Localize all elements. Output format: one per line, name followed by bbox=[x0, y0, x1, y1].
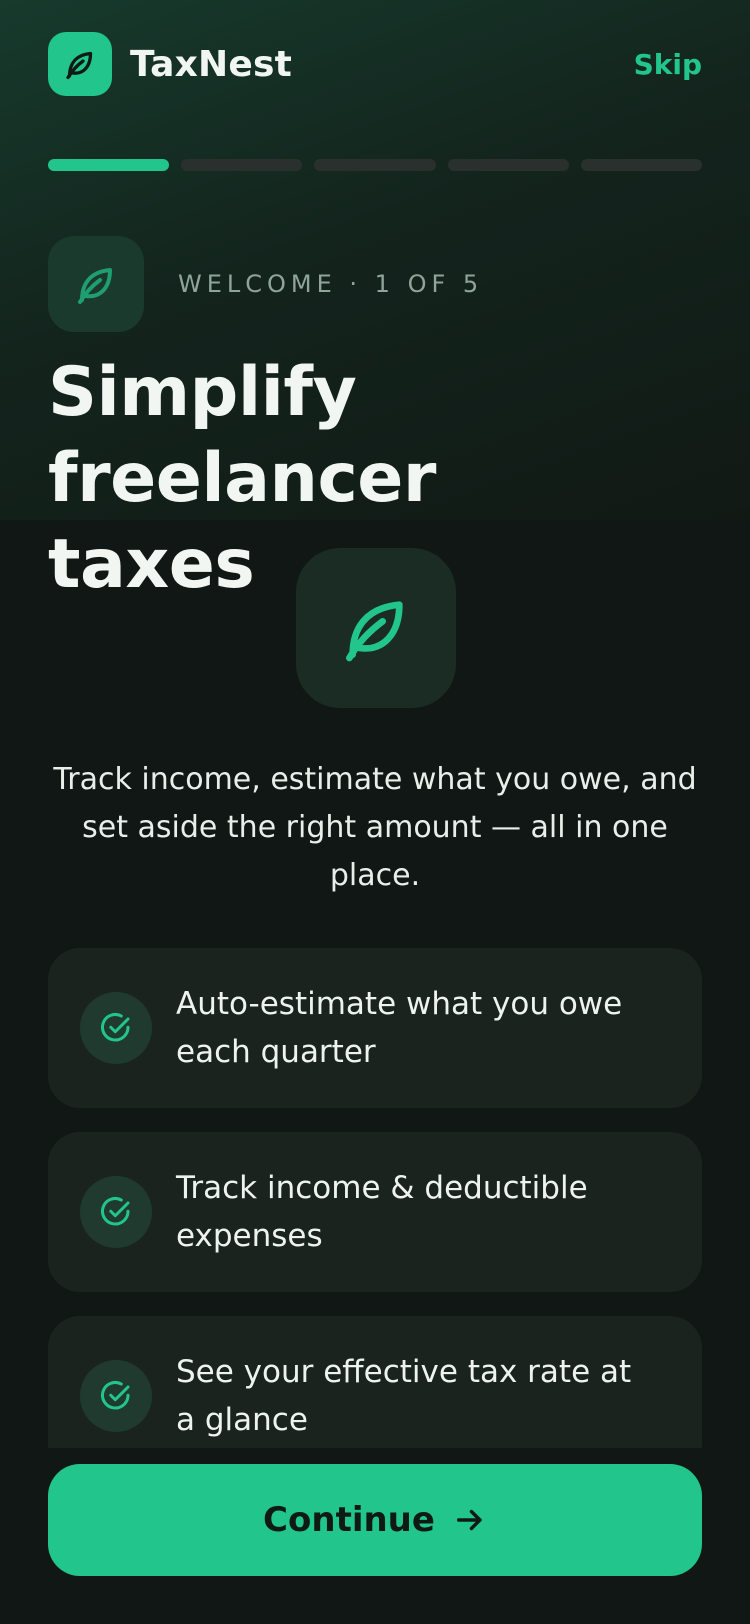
feature-list: Auto-estimate what you owe each quarter … bbox=[48, 948, 702, 1448]
feature-card: See your effective tax rate at a glance bbox=[48, 1316, 702, 1448]
check-circle-icon bbox=[80, 992, 152, 1064]
continue-label: Continue bbox=[263, 1500, 435, 1540]
progress-step-2 bbox=[181, 159, 303, 171]
leaf-icon bbox=[48, 236, 144, 332]
progress-step-4 bbox=[447, 159, 569, 171]
title-line-1: Simplify freelancer bbox=[48, 353, 436, 518]
arrow-right-icon bbox=[456, 1509, 482, 1531]
onboarding-screen: TaxNest Skip WELCOME · 1 OF 5 Simplify f… bbox=[0, 0, 750, 1624]
check-circle-icon bbox=[80, 1360, 152, 1432]
check-circle-icon bbox=[80, 1176, 152, 1248]
brand: TaxNest bbox=[48, 32, 292, 96]
feature-text: Auto-estimate what you owe each quarter bbox=[176, 986, 623, 1070]
progress-indicator bbox=[48, 159, 703, 171]
progress-step-1 bbox=[48, 159, 170, 171]
header: TaxNest Skip bbox=[48, 32, 702, 96]
feature-card: Track income & deductible expenses bbox=[48, 1132, 702, 1292]
leaf-icon bbox=[296, 548, 456, 708]
feature-text: See your effective tax rate at a glance bbox=[176, 1354, 632, 1438]
brand-name: TaxNest bbox=[130, 43, 293, 85]
step-label: WELCOME · 1 OF 5 bbox=[178, 270, 484, 298]
feature-card: Auto-estimate what you owe each quarter bbox=[48, 948, 702, 1108]
feature-text: Track income & deductible expenses bbox=[176, 1170, 588, 1254]
progress-step-5 bbox=[580, 159, 703, 171]
continue-button[interactable]: Continue bbox=[48, 1464, 702, 1576]
step-header: WELCOME · 1 OF 5 bbox=[48, 236, 483, 332]
progress-step-3 bbox=[314, 159, 436, 171]
leaf-icon bbox=[48, 32, 112, 96]
title-line-2: taxes bbox=[48, 525, 255, 604]
description: Track income, estimate what you owe, and… bbox=[53, 762, 697, 893]
skip-button[interactable]: Skip bbox=[634, 48, 702, 81]
